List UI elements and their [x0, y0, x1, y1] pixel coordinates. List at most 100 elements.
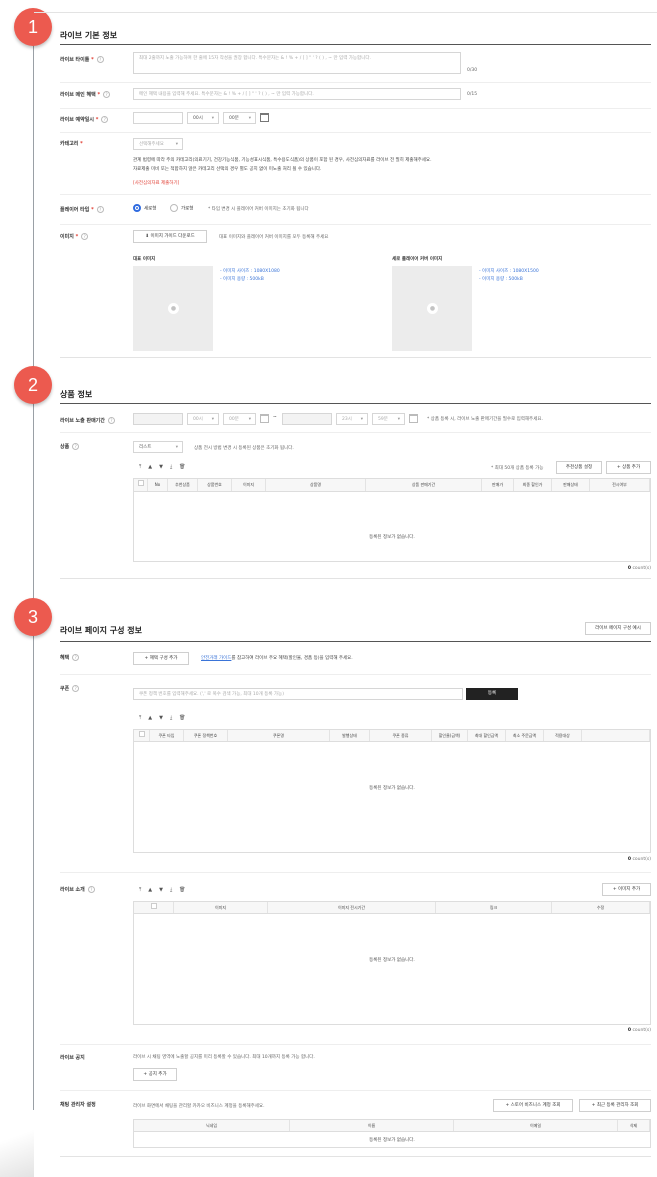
move-up-icon[interactable]: ▲ [148, 887, 152, 893]
move-bottom-icon[interactable]: ⤓ [170, 887, 172, 893]
move-bottom-icon[interactable]: ⤓ [170, 715, 172, 721]
col-nickname: 닉네임 [134, 1120, 290, 1131]
help-icon[interactable]: ? [72, 443, 80, 450]
help-icon[interactable]: ? [81, 233, 89, 240]
help-icon[interactable]: ? [87, 886, 95, 893]
product-table: No 추천상품 상품번호 이미지 상품명 상품 판매기간 판매가 최종 할인가 … [133, 478, 651, 562]
chat-manager-note: 라이브 화면에서 채팅을 관리할 카카오 비즈니스 계정을 등록해주세요. [133, 1104, 265, 1109]
help-icon[interactable]: ? [103, 91, 111, 98]
period-end-hour[interactable]: 23시 [336, 413, 368, 425]
schedule-hour-select[interactable]: 00시 [187, 112, 219, 124]
table-header: No 추천상품 상품번호 이미지 상품명 상품 판매기간 판매가 최종 할인가 … [134, 479, 650, 492]
chat-manager-label: 채팅 관리자 설정 [60, 1102, 96, 1108]
col-price: 판매가 [482, 479, 514, 491]
category-label: 카테고리 * [60, 141, 83, 147]
section-title-page-config: 라이브 페이지 구성 정보 [60, 626, 142, 635]
move-top-icon[interactable]: ⤒ [139, 887, 141, 893]
col-product-name: 상품명 [266, 479, 366, 491]
page-config-example-button[interactable]: 라이브 페이지 구성 예시 [585, 622, 651, 635]
schedule-date-input[interactable] [133, 112, 183, 124]
schedule-minute-select[interactable]: 00분 [223, 112, 256, 124]
select-all-checkbox[interactable] [134, 902, 174, 913]
delete-icon[interactable]: 🗑 [179, 715, 185, 721]
col-final-price: 최종 할인가 [514, 479, 552, 491]
col-image: 이미지 [232, 479, 266, 491]
camera-icon: ● [168, 303, 179, 314]
delete-icon[interactable]: 🗑 [179, 887, 185, 893]
period-start-date[interactable] [133, 413, 183, 425]
category-select[interactable]: 선택해주세요 [133, 138, 183, 150]
coupon-input[interactable]: 쿠폰 정책 번호를 입력해주세요. (',' 로 복수 검색 가능, 최대 10… [133, 688, 463, 700]
help-icon[interactable]: ? [101, 116, 109, 123]
divider [60, 641, 651, 642]
player-vertical-radio[interactable]: 세로형 [133, 204, 156, 212]
move-top-icon[interactable]: ⤒ [139, 715, 141, 721]
add-image-button[interactable]: + 이미지 추가 [602, 883, 651, 896]
display-type-select[interactable]: 리스트 [133, 441, 183, 453]
help-icon[interactable]: ? [72, 654, 80, 661]
camera-icon: ● [427, 303, 438, 314]
period-end-minute[interactable]: 59분 [372, 413, 405, 425]
recent-manager-button[interactable]: + 최근 등록 관리자 조회 [579, 1099, 651, 1112]
help-icon[interactable]: ? [96, 56, 104, 63]
player-horizontal-radio[interactable]: 가로형 [170, 204, 193, 212]
col-edit: 수정 [552, 902, 650, 913]
col-image: 이미지 [174, 902, 268, 913]
category-note-2: 자료제출 미비 또는 적합하지 않은 카테고리 선택의 경우 별도 공지 없이 … [133, 167, 322, 172]
intro-empty-text: 등록된 정보가 없습니다. [369, 958, 415, 963]
section-title-product: 상품 정보 [60, 390, 93, 399]
select-all-checkbox[interactable] [134, 730, 150, 741]
category-note-1: 관계 법령에 따라 주의 카테고리(의료기기, 건강기능식품, 기능성표시식품,… [133, 158, 432, 163]
add-product-button[interactable]: + 상품 추가 [606, 461, 651, 474]
col-coupon-name: 쿠폰명 [228, 730, 330, 741]
move-bottom-icon[interactable]: ⤓ [170, 464, 172, 470]
move-up-icon[interactable]: ▲ [148, 715, 152, 721]
rep-image-capacity: - 이미지 용량 : 500kB [220, 277, 264, 282]
rep-image-upload[interactable]: ● [133, 266, 213, 351]
coupon-label: 쿠폰? [60, 685, 80, 692]
rep-image-title: 대표 이미지 [133, 257, 156, 262]
help-icon[interactable]: ? [72, 685, 80, 692]
move-up-icon[interactable]: ▲ [148, 464, 152, 470]
help-icon[interactable]: ? [107, 417, 115, 424]
calendar-icon[interactable] [260, 414, 269, 423]
store-business-account-button[interactable]: + 스토어 비즈니스 계정 조회 [493, 1099, 573, 1112]
period-note: * 상품 등록 시, 라이브 노출 판매기간을 필수로 입력해주세요. [427, 417, 543, 422]
select-all-checkbox[interactable] [134, 479, 148, 491]
live-notice-label: 라이브 공지 [60, 1055, 85, 1061]
coupon-order-tools: ⤒ ▲ ▼ ⤓ 🗑 [139, 715, 186, 721]
period-start-hour[interactable]: 00시 [187, 413, 219, 425]
player-note: * 타입 변경 시 플레이어 커버 이미지는 초기화 됩니다 [208, 207, 309, 212]
col-coupon-policy-no: 쿠폰 정책번호 [184, 730, 228, 741]
live-title-count: 0/30 [467, 68, 478, 73]
category-submit-link[interactable]: [사전심의자료 제출하기] [133, 180, 179, 186]
move-down-icon[interactable]: ▼ [159, 464, 163, 470]
benefit-input[interactable]: 메인 혜택 내용을 입력해 주세요. 특수문자는 & ! % + / [ ] "… [133, 88, 461, 100]
radio-on-icon [133, 204, 141, 212]
col-image-period: 이미지 전시기간 [268, 902, 436, 913]
cover-image-title: 세로 플레이어 커버 이미지 [392, 257, 443, 262]
section-title-basic: 라이브 기본 정보 [60, 31, 118, 40]
delete-icon[interactable]: 🗑 [179, 464, 185, 470]
move-down-icon[interactable]: ▼ [159, 715, 163, 721]
move-top-icon[interactable]: ⤒ [139, 464, 141, 470]
move-down-icon[interactable]: ▼ [159, 887, 163, 893]
add-benefit-button[interactable]: + 혜택 구성 추가 [133, 652, 189, 665]
coupon-register-button[interactable]: 등록 [466, 688, 518, 700]
col-blank [582, 730, 650, 741]
period-start-minute[interactable]: 00분 [223, 413, 256, 425]
row-order-tools: ⤒ ▲ ▼ ⤓ 🗑 [139, 464, 186, 470]
col-recommend: 추천상품 [168, 479, 198, 491]
recommend-product-button[interactable]: 추천상품 설정 [556, 461, 602, 474]
cover-image-upload[interactable]: ● [392, 266, 472, 351]
add-notice-button[interactable]: + 공지 추가 [133, 1068, 177, 1081]
image-guide-download-button[interactable]: ⬇ 이미지 가이드 다운로드 [133, 230, 207, 243]
calendar-icon[interactable] [409, 414, 418, 423]
col-link: 링크 [436, 902, 552, 913]
calendar-icon[interactable] [260, 113, 269, 122]
live-title-input[interactable]: 최대 2줄까지 노출 가능하며 한 줄에 15자 작성을 권장 합니다. 특수문… [133, 52, 461, 74]
safe-trade-guide-link[interactable]: 안전거래 가이드 [201, 656, 231, 661]
help-icon[interactable]: ? [96, 206, 104, 213]
period-end-date[interactable] [282, 413, 332, 425]
schedule-label: 라이브 예약일시 *? [60, 116, 109, 123]
